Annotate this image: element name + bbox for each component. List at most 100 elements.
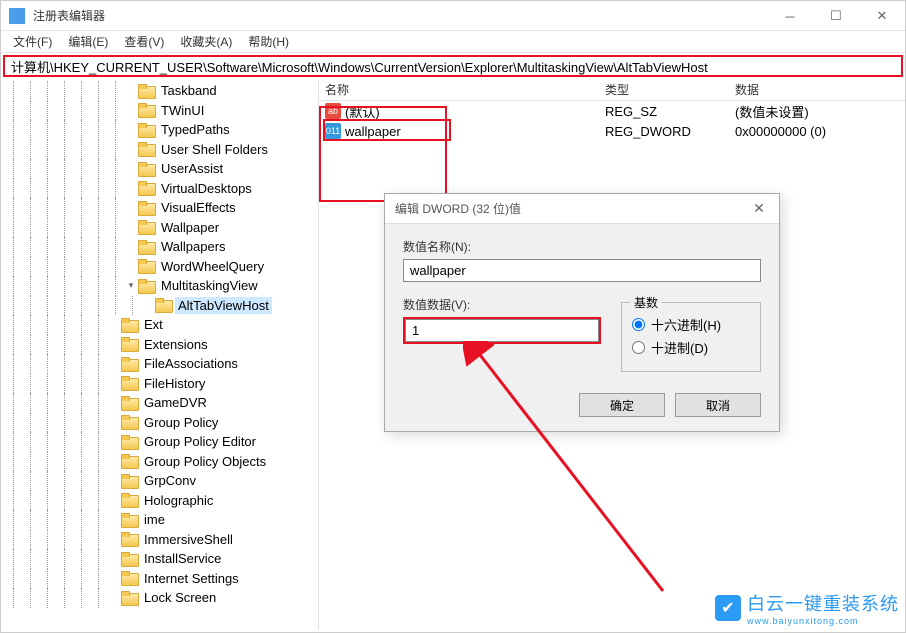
menu-favorites[interactable]: 收藏夹(A) (172, 31, 240, 52)
menu-edit[interactable]: 编辑(E) (60, 31, 116, 52)
tree-item[interactable]: AltTabViewHost (1, 296, 318, 316)
tree-item[interactable]: TypedPaths (1, 120, 318, 140)
tree-item[interactable]: Holographic (1, 491, 318, 511)
col-type[interactable]: 类型 (599, 79, 729, 100)
tree-item[interactable]: GameDVR (1, 393, 318, 413)
tree-item[interactable]: GrpConv (1, 471, 318, 491)
tree-item[interactable]: Extensions (1, 335, 318, 355)
chevron-right-icon[interactable] (107, 435, 121, 449)
radix-hex-radio[interactable] (632, 318, 645, 331)
chevron-right-icon[interactable] (107, 337, 121, 351)
address-bar[interactable]: 计算机\HKEY_CURRENT_USER\Software\Microsoft… (3, 55, 903, 77)
radix-dec-radio[interactable] (632, 341, 645, 354)
tree-item[interactable]: TWinUI (1, 101, 318, 121)
value-row[interactable]: 011wallpaperREG_DWORD0x00000000 (0) (319, 121, 905, 141)
chevron-right-icon[interactable] (107, 513, 121, 527)
chevron-right-icon[interactable] (124, 84, 138, 98)
ok-button[interactable]: 确定 (579, 393, 665, 417)
chevron-right-icon[interactable] (124, 142, 138, 156)
tree-label: Group Policy (141, 414, 221, 431)
watermark-icon: ✔ (715, 595, 741, 621)
tree-label: VisualEffects (158, 199, 239, 216)
chevron-right-icon[interactable] (107, 357, 121, 371)
tree-item[interactable]: Internet Settings (1, 569, 318, 589)
col-data[interactable]: 数据 (729, 79, 905, 100)
maximize-button[interactable]: ☐ (813, 1, 859, 31)
chevron-right-icon[interactable] (107, 591, 121, 605)
menu-file[interactable]: 文件(F) (5, 31, 60, 52)
folder-icon (121, 454, 137, 468)
folder-icon (121, 337, 137, 351)
tree-item[interactable]: Taskband (1, 81, 318, 101)
chevron-right-icon[interactable] (124, 220, 138, 234)
radix-hex-row[interactable]: 十六进制(H) (632, 315, 750, 334)
tree-item[interactable]: FileHistory (1, 374, 318, 394)
col-name[interactable]: 名称 (319, 79, 599, 100)
dialog-close-button[interactable]: ✕ (749, 200, 769, 217)
folder-icon (138, 220, 154, 234)
chevron-right-icon[interactable] (124, 162, 138, 176)
chevron-right-icon[interactable] (124, 240, 138, 254)
tree-label: Group Policy Objects (141, 453, 269, 470)
tree-item[interactable]: ▾MultitaskingView (1, 276, 318, 296)
minimize-button[interactable]: ─ (767, 1, 813, 31)
tree-item[interactable]: ImmersiveShell (1, 530, 318, 550)
chevron-right-icon[interactable] (124, 103, 138, 117)
tree-label: UserAssist (158, 160, 226, 177)
chevron-right-icon[interactable] (107, 396, 121, 410)
tree-item[interactable]: Wallpapers (1, 237, 318, 257)
chevron-right-icon[interactable] (107, 493, 121, 507)
tree-item[interactable]: WordWheelQuery (1, 257, 318, 277)
tree-item[interactable]: UserAssist (1, 159, 318, 179)
tree-item[interactable]: Group Policy (1, 413, 318, 433)
cancel-button[interactable]: 取消 (675, 393, 761, 417)
folder-icon (121, 376, 137, 390)
chevron-right-icon[interactable] (141, 298, 155, 312)
chevron-right-icon[interactable] (107, 474, 121, 488)
value-name-input[interactable] (403, 259, 761, 282)
chevron-down-icon[interactable]: ▾ (124, 279, 138, 293)
chevron-right-icon[interactable] (107, 571, 121, 585)
folder-icon (138, 201, 154, 215)
tree-label: Extensions (141, 336, 211, 353)
tree-item[interactable]: InstallService (1, 549, 318, 569)
chevron-right-icon[interactable] (107, 376, 121, 390)
chevron-right-icon[interactable] (107, 415, 121, 429)
tree-item[interactable]: ime (1, 510, 318, 530)
tree-item[interactable]: VirtualDesktops (1, 179, 318, 199)
value-name-label: 数值名称(N): (403, 238, 761, 255)
tree-item[interactable]: User Shell Folders (1, 140, 318, 160)
chevron-right-icon[interactable] (124, 201, 138, 215)
tree-item[interactable]: Group Policy Objects (1, 452, 318, 472)
values-list[interactable]: ab(默认)REG_SZ(数值未设置)011wallpaperREG_DWORD… (319, 101, 905, 141)
watermark-url: www.baiyunxitong.com (747, 616, 899, 626)
chevron-right-icon[interactable] (107, 552, 121, 566)
edit-dword-dialog: 编辑 DWORD (32 位)值 ✕ 数值名称(N): 数值数据(V): 基数 … (384, 193, 780, 432)
value-row[interactable]: ab(默认)REG_SZ(数值未设置) (319, 101, 905, 121)
tree-item[interactable]: Ext (1, 315, 318, 335)
chevron-right-icon[interactable] (124, 259, 138, 273)
close-button[interactable]: ✕ (859, 1, 905, 31)
chevron-right-icon[interactable] (124, 123, 138, 137)
tree-label: Wallpapers (158, 238, 229, 255)
tree-panel: TaskbandTWinUITypedPathsUser Shell Folde… (1, 79, 319, 630)
menu-help[interactable]: 帮助(H) (240, 31, 297, 52)
radix-label: 基数 (630, 294, 662, 311)
tree-label: Group Policy Editor (141, 433, 259, 450)
chevron-right-icon[interactable] (107, 532, 121, 546)
radix-dec-row[interactable]: 十进制(D) (632, 338, 750, 357)
tree-item[interactable]: Lock Screen (1, 588, 318, 608)
chevron-right-icon[interactable] (107, 318, 121, 332)
radix-fieldset: 基数 十六进制(H) 十进制(D) (621, 302, 761, 372)
window-title: 注册表编辑器 (33, 7, 767, 24)
tree-item[interactable]: VisualEffects (1, 198, 318, 218)
tree-item[interactable]: FileAssociations (1, 354, 318, 374)
chevron-right-icon[interactable] (107, 454, 121, 468)
registry-tree[interactable]: TaskbandTWinUITypedPathsUser Shell Folde… (1, 79, 318, 608)
tree-label: VirtualDesktops (158, 180, 255, 197)
chevron-right-icon[interactable] (124, 181, 138, 195)
value-data-input[interactable] (405, 319, 599, 342)
tree-item[interactable]: Wallpaper (1, 218, 318, 238)
menu-view[interactable]: 查看(V) (116, 31, 172, 52)
tree-item[interactable]: Group Policy Editor (1, 432, 318, 452)
